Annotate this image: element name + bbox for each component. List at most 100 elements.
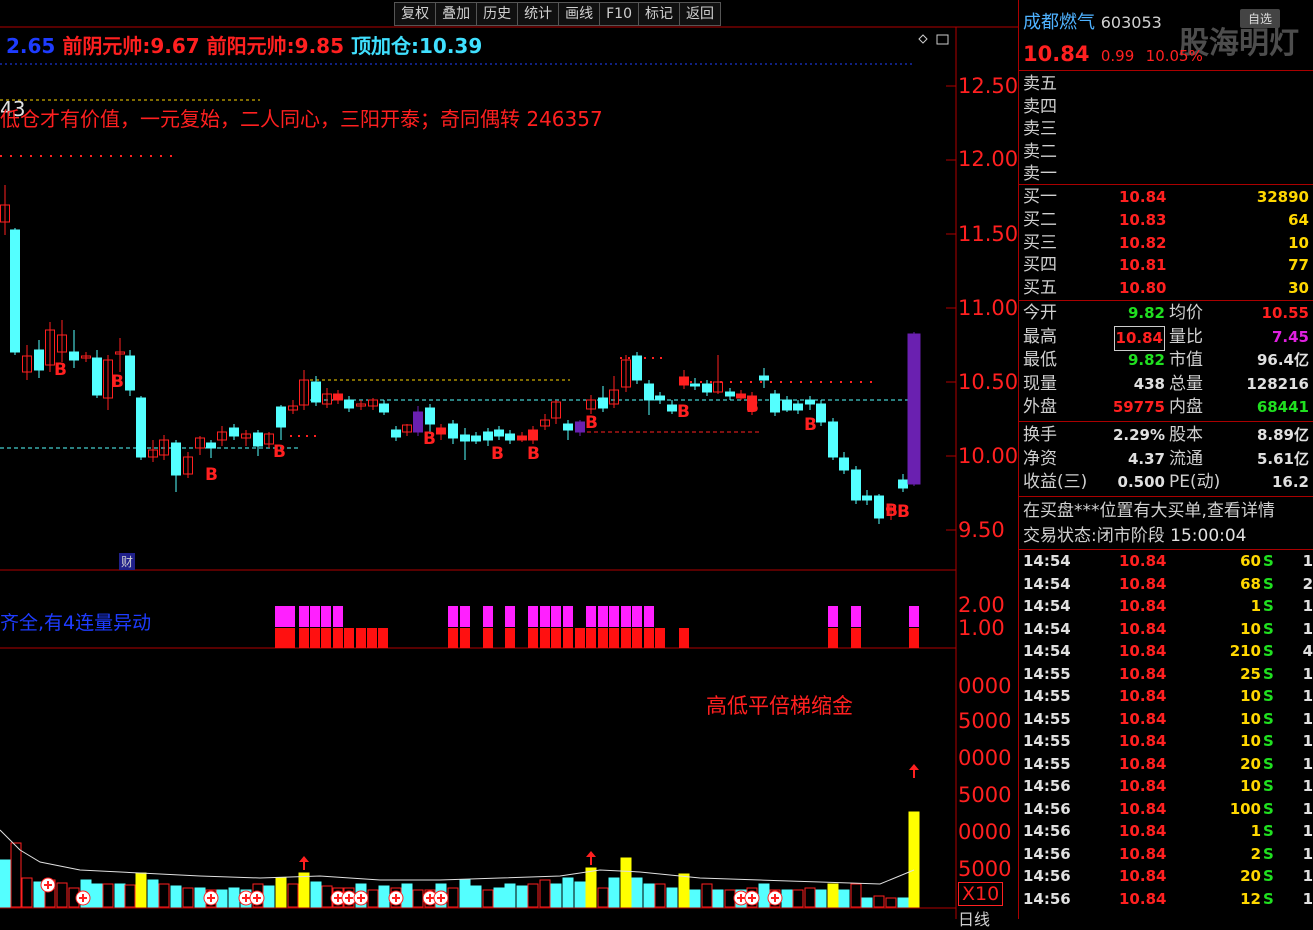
- tick-side: S: [1263, 844, 1274, 863]
- toolbar-button[interactable]: 画线: [558, 2, 601, 26]
- sell-level[interactable]: 卖四: [1023, 96, 1057, 119]
- tick-time: 14:56: [1023, 867, 1071, 885]
- volume-anomaly-bar: [632, 628, 642, 648]
- tick-price: 10.84: [1119, 552, 1167, 570]
- fund-label: PE(动): [1169, 472, 1221, 493]
- candle-body: [528, 429, 538, 441]
- fund-value: 2.29%: [1112, 426, 1165, 444]
- volume-anomaly-bar: [378, 628, 388, 648]
- volume-scale-button[interactable]: X10: [958, 882, 1004, 906]
- volume-bar: [885, 897, 897, 908]
- tick-row[interactable]: 14:55 10.84 20 S 1: [1023, 753, 1313, 776]
- volume-anomaly-flag: [483, 606, 493, 627]
- buy-signal-marker: B: [491, 444, 504, 464]
- tick-volume: 25: [1240, 664, 1261, 683]
- yin-label: 前阴元帅:: [62, 34, 151, 58]
- tick-price: 10.84: [1119, 732, 1167, 750]
- stat-value: 438: [1133, 374, 1165, 393]
- volume-bar: [401, 883, 413, 908]
- volume-bar: [147, 879, 159, 908]
- tick-row[interactable]: 14:55 10.84 10 S 1: [1023, 730, 1313, 753]
- volume-axis-label: 5000: [958, 783, 1012, 807]
- candle-body: [598, 397, 608, 409]
- kline-chart-area[interactable]: BBBBBBBBBBBBB 复权 叠加 历史 统计 画线 F10 标记 返回 2.65 前阴元…: [0, 0, 1019, 929]
- toolbar-button[interactable]: 标记: [638, 2, 680, 26]
- buy-level[interactable]: 买一 10.84 32890: [1023, 186, 1313, 209]
- volume-bar: [482, 889, 494, 908]
- toolbar-button[interactable]: 返回: [679, 2, 721, 26]
- volume-anomaly-bar: [321, 628, 331, 648]
- panel-toggle-icon: [936, 34, 949, 45]
- tick-row[interactable]: 14:56 10.84 12 S 1: [1023, 888, 1313, 911]
- buy-level[interactable]: 买二 10.83 64: [1023, 209, 1313, 232]
- tick-side: S: [1263, 709, 1274, 728]
- tick-row[interactable]: 14:54 10.84 60 S 1: [1023, 550, 1313, 573]
- price-axis-label: 12.50: [958, 74, 1019, 98]
- kline-chart-svg[interactable]: BBBBBB BBB BBBB: [0, 0, 1018, 919]
- tick-row[interactable]: 14:55 10.84 25 S 1: [1023, 663, 1313, 686]
- volume-bar: [724, 889, 736, 908]
- stat-value: 7.45: [1271, 327, 1309, 346]
- candle-body: [862, 495, 872, 501]
- sell-level[interactable]: 卖一: [1023, 163, 1057, 186]
- buy-level-price: 10.82: [1119, 233, 1167, 252]
- volume-bar: [897, 897, 909, 908]
- tick-row[interactable]: 14:56 10.84 2 S 1: [1023, 843, 1313, 866]
- tick-row[interactable]: 14:55 10.84 10 S 1: [1023, 708, 1313, 731]
- tick-row[interactable]: 14:54 10.84 1 S 1: [1023, 595, 1313, 618]
- tick-side: S: [1263, 619, 1274, 638]
- top-add-value: 10.39: [418, 34, 483, 58]
- tick-row[interactable]: 14:56 10.84 1 S 1: [1023, 820, 1313, 843]
- price-axis-label: 10.50: [958, 370, 1019, 394]
- fund-label: 流通: [1169, 448, 1203, 469]
- big-order-notice[interactable]: 在买盘***位置有大买单,查看详情: [1023, 500, 1275, 523]
- tick-row[interactable]: 14:54 10.84 68 S 2: [1023, 573, 1313, 596]
- volume-anomaly-bar: [356, 628, 366, 648]
- buy-level[interactable]: 买三 10.82 10: [1023, 232, 1313, 255]
- volume-bar: [550, 883, 562, 908]
- buy-level[interactable]: 买四 10.81 77: [1023, 254, 1313, 277]
- sell-level[interactable]: 卖五: [1023, 73, 1057, 96]
- candle-body: [898, 479, 908, 489]
- tick-row[interactable]: 14:55 10.84 10 S 1: [1023, 685, 1313, 708]
- volume-bar: [643, 883, 655, 908]
- finance-tag[interactable]: 财: [119, 553, 136, 570]
- candle-body: [828, 421, 838, 458]
- buy-signal-marker: B: [273, 442, 286, 462]
- tick-price: 10.84: [1119, 709, 1167, 728]
- toolbar-button[interactable]: 统计: [517, 2, 560, 26]
- quote-panel: 成都燃气 603053 股海明灯 自选 10.84 0.99 10.05% 卖五…: [1018, 0, 1313, 919]
- toolbar-button[interactable]: 复权: [394, 2, 437, 26]
- fund-value: 5.61亿: [1256, 449, 1309, 468]
- volume-bar: [701, 883, 713, 908]
- tick-time: 14:55: [1023, 732, 1071, 750]
- toolbar-button[interactable]: 历史: [476, 2, 519, 26]
- toolbar-button[interactable]: F10: [599, 2, 639, 26]
- buy-level-label: 买二: [1023, 209, 1057, 230]
- candle-body: [759, 375, 769, 381]
- candle-body: [563, 423, 573, 431]
- stat-label: 外盘: [1023, 397, 1057, 418]
- period-label[interactable]: 日线: [958, 906, 990, 930]
- tick-row[interactable]: 14:56 10.84 100 S 1: [1023, 798, 1313, 821]
- sell-level[interactable]: 卖三: [1023, 118, 1057, 141]
- tick-row[interactable]: 14:54 10.84 10 S 1: [1023, 618, 1313, 641]
- volume-bar: [114, 883, 126, 908]
- tick-count: 1: [1302, 664, 1313, 683]
- tick-time: 14:56: [1023, 799, 1071, 818]
- add-watchlist-button[interactable]: 自选: [1240, 9, 1281, 28]
- buy-level[interactable]: 买五 10.80 30: [1023, 277, 1313, 300]
- toolbar-button[interactable]: 叠加: [435, 2, 478, 26]
- tick-count: 2: [1302, 574, 1313, 593]
- fund-label: 换手: [1023, 425, 1057, 445]
- buy-level-volume: 64: [1288, 210, 1309, 229]
- sell-level[interactable]: 卖二: [1023, 141, 1057, 164]
- candle-body: [391, 429, 401, 438]
- tick-row[interactable]: 14:56 10.84 20 S 1: [1023, 865, 1313, 888]
- tick-row[interactable]: 14:56 10.84 10 S 1: [1023, 775, 1313, 798]
- tick-price: 10.84: [1119, 867, 1167, 885]
- tick-row[interactable]: 14:54 10.84 210 S 4: [1023, 640, 1313, 663]
- stat-label: 现量: [1023, 373, 1057, 394]
- stat-value: 10.84: [1113, 325, 1165, 351]
- tick-side: S: [1263, 799, 1274, 818]
